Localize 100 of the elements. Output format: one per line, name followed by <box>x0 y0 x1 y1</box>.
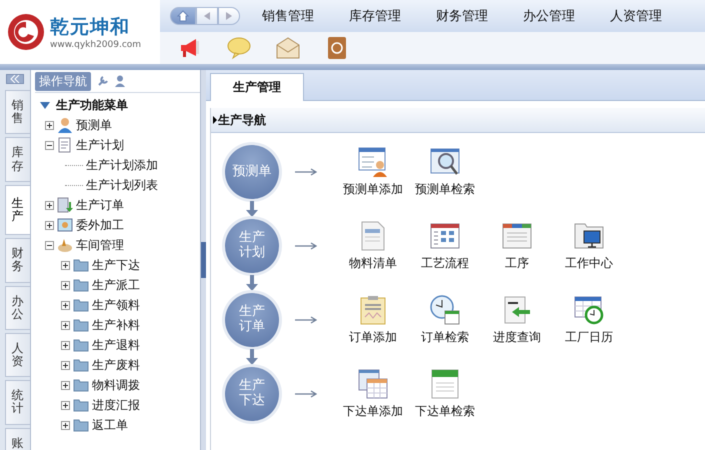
clipboard-icon[interactable] <box>358 294 388 324</box>
tree-item[interactable]: 生产补料 <box>92 316 140 334</box>
user-icon[interactable] <box>115 75 125 87</box>
download-icon <box>57 197 73 213</box>
content-tab[interactable]: 生产管理 <box>210 73 304 101</box>
down-arrow-icon <box>246 201 258 217</box>
picture-icon <box>57 217 73 233</box>
tree-item[interactable]: 生产退料 <box>92 336 140 354</box>
folder-icon <box>73 378 89 392</box>
tree-item[interactable]: 生产领料 <box>92 296 140 314</box>
person-icon <box>57 117 73 133</box>
folder-icon <box>73 338 89 352</box>
logo-url: www.qykh2009.com <box>50 40 142 50</box>
folder-icon <box>73 398 89 412</box>
envelope-icon[interactable] <box>276 36 300 60</box>
nav-menu-item[interactable]: 办公管理 <box>523 7 575 25</box>
vertical-tab[interactable]: 人资 <box>4 332 30 378</box>
swirl-logo-icon <box>6 12 46 52</box>
tree-item[interactable]: 委外加工 <box>76 216 124 234</box>
collapse-button[interactable] <box>6 74 24 84</box>
action-label[interactable]: 物料清单 <box>349 254 397 272</box>
clock-calendar-icon[interactable] <box>430 294 460 324</box>
action-label[interactable]: 工作中心 <box>565 254 613 272</box>
triangle-icon <box>213 116 217 124</box>
folder-icon <box>73 258 89 272</box>
vertical-tab[interactable]: 库存 <box>4 137 30 182</box>
stacked-sheets-icon[interactable] <box>358 368 388 398</box>
right-arrow-icon <box>295 316 317 324</box>
folder-icon <box>73 358 89 372</box>
wrench-icon[interactable] <box>97 75 109 87</box>
folder-icon <box>73 418 89 432</box>
vertical-tab[interactable]: 销售 <box>4 90 30 134</box>
expand-toggle-icon[interactable] <box>61 400 70 410</box>
vertical-tab[interactable]: 办公 <box>4 286 30 330</box>
megaphone-icon[interactable] <box>178 36 202 60</box>
tree-item[interactable]: 生产废料 <box>92 356 140 374</box>
expand-toggle-icon[interactable] <box>61 260 70 270</box>
nav-menu-item[interactable]: 销售管理 <box>262 7 314 25</box>
expand-toggle-icon[interactable] <box>45 220 54 230</box>
tree-item[interactable]: 车间管理 <box>76 236 124 254</box>
address-book-icon[interactable] <box>325 36 349 60</box>
action-label[interactable]: 预测单检索 <box>415 180 475 198</box>
tree-item[interactable]: 生产派工 <box>92 276 140 294</box>
splitter-handle[interactable] <box>201 242 206 278</box>
down-arrow-icon <box>246 275 258 291</box>
action-label[interactable]: 预测单添加 <box>343 180 403 198</box>
expand-toggle-icon[interactable] <box>61 280 70 290</box>
tree-item[interactable]: 生产计划 <box>76 136 124 154</box>
window-icon[interactable] <box>502 220 532 250</box>
folder-icon <box>73 318 89 332</box>
action-label[interactable]: 下达单检索 <box>415 402 475 420</box>
expand-toggle-icon[interactable] <box>45 200 54 210</box>
tree-item[interactable]: 生产计划添加 <box>86 156 158 174</box>
right-arrow-icon <box>295 242 317 250</box>
magnifier-window-icon[interactable] <box>430 146 460 176</box>
action-label[interactable]: 工厂日历 <box>565 328 613 346</box>
calendar-clock-icon[interactable] <box>574 294 604 324</box>
tree-item[interactable]: 物料调拨 <box>92 376 140 394</box>
folder-icon <box>73 278 89 292</box>
expand-toggle-icon[interactable] <box>61 360 70 370</box>
action-label[interactable]: 进度查询 <box>493 328 541 346</box>
vertical-tab[interactable]: 账 <box>4 428 30 450</box>
expand-toggle-icon[interactable] <box>61 340 70 350</box>
document-icon <box>57 137 73 153</box>
form-person-icon[interactable] <box>358 146 388 176</box>
document-arrow-icon[interactable] <box>502 294 532 324</box>
vertical-tab[interactable]: 财务 <box>4 238 30 282</box>
grid-window-icon[interactable] <box>430 220 460 250</box>
vertical-tab[interactable]: 生产 <box>4 184 30 236</box>
home-icon <box>177 10 189 22</box>
expand-toggle-icon[interactable] <box>61 380 70 390</box>
nav-menu-item[interactable]: 库存管理 <box>349 7 401 25</box>
expand-toggle-icon[interactable] <box>61 300 70 310</box>
section-title: 生产导航 <box>218 112 266 128</box>
tree-item[interactable]: 生产下达 <box>92 256 140 274</box>
expand-toggle-icon[interactable] <box>61 320 70 330</box>
action-label[interactable]: 工序 <box>505 254 529 272</box>
expand-toggle-icon[interactable] <box>45 120 54 130</box>
expand-triangle-icon[interactable] <box>39 100 51 110</box>
nav-menu-item[interactable]: 财务管理 <box>436 7 488 25</box>
expand-toggle-icon[interactable] <box>45 240 54 250</box>
monitor-icon[interactable] <box>574 220 604 250</box>
home-button[interactable] <box>170 7 196 25</box>
nav-menu-item[interactable]: 人资管理 <box>610 7 662 25</box>
tree-item[interactable]: 预测单 <box>76 116 112 134</box>
tree-item[interactable]: 生产订单 <box>76 196 124 214</box>
tree-root-label[interactable]: 生产功能菜单 <box>56 97 128 114</box>
expand-toggle-icon[interactable] <box>61 420 70 430</box>
action-label[interactable]: 订单添加 <box>349 328 397 346</box>
action-label[interactable]: 工艺流程 <box>421 254 469 272</box>
tree-item[interactable]: 生产计划列表 <box>86 176 158 194</box>
tree-item[interactable]: 进度汇报 <box>92 396 140 414</box>
expand-toggle-icon[interactable] <box>45 140 54 150</box>
vertical-tab[interactable]: 统计 <box>4 380 30 425</box>
list-sheet-icon[interactable] <box>430 368 460 398</box>
action-label[interactable]: 订单检索 <box>421 328 469 346</box>
tree-item[interactable]: 返工单 <box>92 416 128 434</box>
left-caret-icon <box>204 12 210 20</box>
down-arrow-icon <box>246 349 258 365</box>
action-label[interactable]: 下达单添加 <box>343 402 403 420</box>
